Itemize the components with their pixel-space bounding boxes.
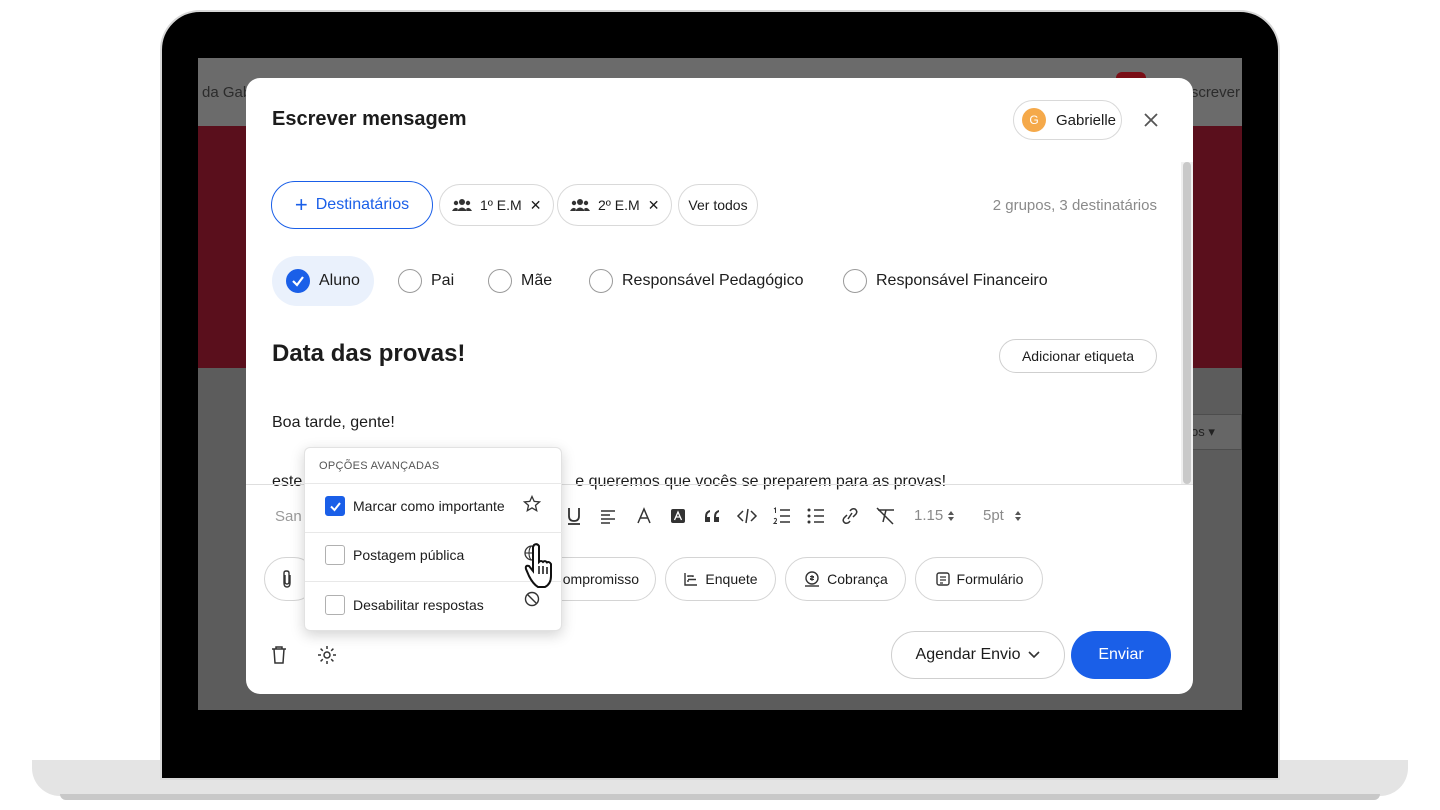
- role-label: Responsável Pedagógico: [622, 272, 804, 289]
- advanced-options-popup: OPÇÕES AVANÇADAS Marcar como importante …: [304, 447, 563, 631]
- add-tag-button[interactable]: Adicionar etiqueta: [999, 339, 1157, 373]
- popup-divider: [305, 532, 563, 533]
- highlight-icon[interactable]: [666, 504, 690, 528]
- form-button-label: Formulário: [956, 571, 1024, 587]
- popup-header: OPÇÕES AVANÇADAS: [319, 460, 440, 472]
- align-left-icon[interactable]: [596, 504, 620, 528]
- add-recipients-label: Destinatários: [315, 196, 410, 213]
- role-label: Pai: [431, 272, 455, 289]
- background-title-fragment: da Gab: [202, 84, 252, 101]
- underline-icon[interactable]: [562, 504, 586, 528]
- role-option-aluno[interactable]: Aluno: [272, 256, 374, 306]
- group-icon: [452, 199, 472, 211]
- remove-icon[interactable]: ✕: [530, 197, 542, 214]
- message-body-fragment: este: [272, 473, 303, 490]
- group-chip-2[interactable]: 2º E.M ✕: [557, 184, 673, 226]
- hand-cursor-icon: [524, 542, 562, 590]
- option-label: Marcar como importante: [353, 498, 505, 514]
- poll-icon: [684, 573, 698, 586]
- coin-icon: [805, 571, 820, 587]
- background-compose-fragment: screver: [1190, 84, 1240, 101]
- see-all-button[interactable]: Ver todos: [678, 184, 758, 226]
- avatar: G: [1022, 108, 1046, 132]
- scroll-thumb[interactable]: [1183, 162, 1191, 484]
- message-body-line[interactable]: Boa tarde, gente!: [272, 414, 395, 432]
- role-label: Mãe: [521, 272, 553, 289]
- group-icon: [570, 199, 590, 211]
- schedule-button-label: Agendar Envio: [915, 646, 1021, 663]
- option-important[interactable]: Marcar como importante: [325, 494, 545, 517]
- role-label: Responsável Financeiro: [876, 272, 1048, 289]
- laptop-base-shadow: [60, 794, 1380, 800]
- option-label: Postagem pública: [353, 547, 465, 563]
- form-button[interactable]: Formulário: [915, 557, 1043, 601]
- block-icon: [523, 590, 543, 610]
- scrollbar[interactable]: [1181, 162, 1193, 484]
- radio-icon: [843, 269, 867, 293]
- stage: da Gab screver os ▾ Escrever mensagem G …: [0, 0, 1440, 810]
- role-option-mae[interactable]: Mãe: [488, 256, 552, 306]
- star-icon: [522, 494, 543, 515]
- close-icon[interactable]: [1139, 108, 1163, 132]
- option-public-post[interactable]: Postagem pública: [325, 544, 545, 566]
- text-color-icon[interactable]: [632, 504, 656, 528]
- send-button[interactable]: Enviar: [1071, 631, 1171, 679]
- font-size-value: 5pt: [983, 507, 1004, 524]
- schedule-button[interactable]: Agendar Envio: [891, 631, 1065, 679]
- option-label: Desabilitar respostas: [353, 597, 484, 613]
- chevron-down-icon: [1028, 651, 1041, 659]
- event-button-label: ompromisso: [562, 571, 639, 587]
- message-title[interactable]: Data das provas!: [272, 340, 465, 368]
- modal-title: Escrever mensagem: [272, 108, 467, 130]
- gear-icon[interactable]: [316, 644, 338, 666]
- checkbox-checked-icon[interactable]: [325, 496, 345, 516]
- code-icon[interactable]: [735, 504, 759, 528]
- form-icon: [935, 572, 950, 586]
- trash-icon[interactable]: [268, 644, 290, 666]
- poll-button-label: Enquete: [705, 571, 758, 587]
- role-option-pedagogico[interactable]: Responsável Pedagógico: [589, 256, 803, 306]
- checkbox-icon[interactable]: [325, 595, 345, 615]
- clear-format-icon[interactable]: [874, 504, 898, 528]
- ordered-list-icon[interactable]: [770, 504, 794, 528]
- role-option-financeiro[interactable]: Responsável Financeiro: [843, 256, 1048, 306]
- link-icon[interactable]: [838, 504, 862, 528]
- stepper-icon: [948, 510, 955, 521]
- role-label: Aluno: [319, 272, 360, 289]
- remove-icon[interactable]: ✕: [648, 197, 660, 214]
- font-size-select[interactable]: 5pt: [983, 507, 1022, 524]
- check-icon: [286, 269, 310, 293]
- radio-icon: [488, 269, 512, 293]
- plus-icon: +: [294, 192, 308, 217]
- group-chip-1[interactable]: 1º E.M ✕: [439, 184, 555, 226]
- group-chip-label: 2º E.M: [598, 197, 640, 213]
- message-body-fragment: e queremos que vocês se preparem para as…: [575, 473, 947, 490]
- stepper-icon: [1014, 510, 1021, 521]
- font-family-select[interactable]: San: [275, 508, 302, 525]
- option-disable-replies[interactable]: Desabilitar respostas: [325, 591, 545, 616]
- user-chip[interactable]: G Gabrielle: [1013, 100, 1122, 140]
- background-select-text: os: [1191, 424, 1205, 439]
- radio-icon: [589, 269, 613, 293]
- recipients-summary: 2 grupos, 3 destinatários: [992, 197, 1157, 214]
- radio-icon: [398, 269, 422, 293]
- payment-button-label: Cobrança: [827, 571, 888, 587]
- line-height-select[interactable]: 1.15: [914, 507, 955, 524]
- poll-button[interactable]: Enquete: [665, 557, 776, 601]
- paperclip-icon: [283, 570, 291, 588]
- role-option-pai[interactable]: Pai: [398, 256, 454, 306]
- bullet-list-icon[interactable]: [804, 504, 828, 528]
- payment-button[interactable]: Cobrança: [785, 557, 906, 601]
- checkbox-icon[interactable]: [325, 545, 345, 565]
- quote-icon[interactable]: [700, 504, 724, 528]
- add-recipients-button[interactable]: + Destinatários: [271, 181, 433, 229]
- user-name: Gabrielle: [1056, 111, 1117, 129]
- group-chip-label: 1º E.M: [480, 197, 522, 213]
- line-height-value: 1.15: [914, 507, 944, 524]
- popup-divider: [305, 483, 563, 484]
